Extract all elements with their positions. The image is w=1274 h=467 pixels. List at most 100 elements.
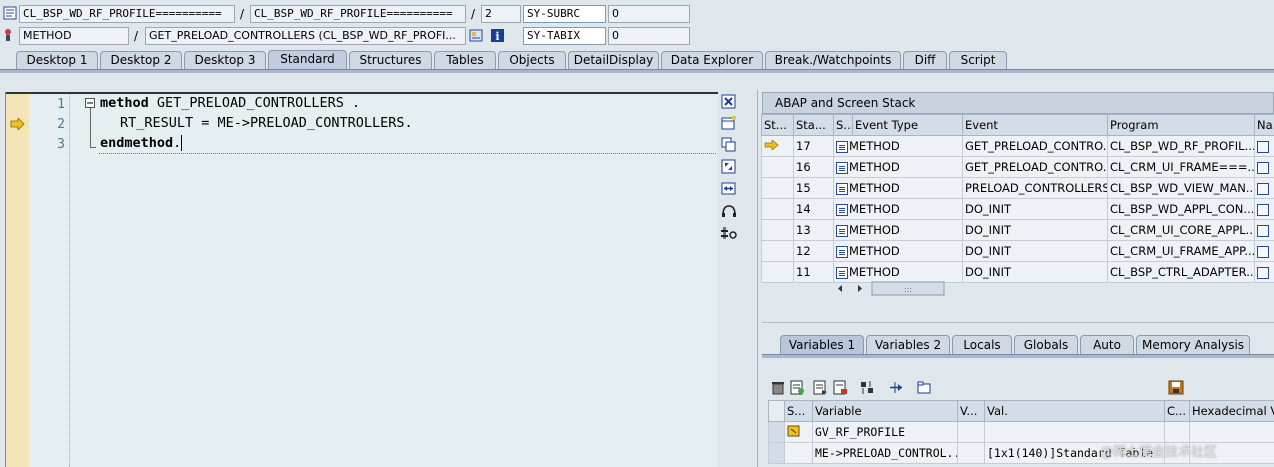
event-type: METHOD bbox=[849, 202, 900, 216]
sysfield-name-1[interactable]: SY-SUBRC bbox=[523, 5, 606, 23]
scroll-left-icon[interactable] bbox=[838, 285, 842, 292]
detail-icon[interactable] bbox=[1254, 156, 1274, 178]
insert-row-icon[interactable] bbox=[789, 380, 805, 395]
row-select-header[interactable] bbox=[768, 400, 785, 422]
tab-auto[interactable]: Auto bbox=[1080, 335, 1134, 355]
col-header[interactable]: Hexadecimal Va bbox=[1189, 400, 1274, 422]
stack-horizontal-scrollbar[interactable]: ::: bbox=[836, 281, 971, 296]
close-tool-icon[interactable] bbox=[720, 94, 738, 110]
change-value-icon[interactable] bbox=[784, 421, 813, 443]
services-tool-icon[interactable] bbox=[720, 203, 738, 219]
separator: / bbox=[134, 29, 139, 43]
sort-icon[interactable] bbox=[859, 380, 875, 395]
navigate-icon[interactable] bbox=[888, 380, 904, 395]
watermark: @稀土掘金技术社区 bbox=[1100, 445, 1218, 460]
code-line-1[interactable]: method GET_PRELOAD_CONTROLLERS . bbox=[100, 95, 360, 111]
variable-flag bbox=[957, 442, 985, 464]
table-row[interactable]: 12 METHOD DO_INIT CL_CRM_UI_FRAME_APP... bbox=[761, 240, 1274, 262]
col-header[interactable]: Variable bbox=[812, 400, 958, 422]
col-header[interactable]: S... bbox=[784, 400, 813, 422]
tab-detaildisplay[interactable]: DetailDisplay bbox=[568, 51, 659, 70]
swap-tool-icon[interactable] bbox=[720, 181, 738, 197]
col-header[interactable]: Val. bbox=[984, 400, 1165, 422]
save-icon[interactable] bbox=[1168, 380, 1184, 395]
source-editor[interactable]: 1 2 3 method GET_PRELOAD_CONTROLLERS . R… bbox=[5, 92, 718, 467]
tab-memory-analysis[interactable]: Memory Analysis bbox=[1136, 335, 1250, 355]
program-field[interactable]: CL_BSP_WD_RF_PROFILE========== bbox=[19, 5, 235, 23]
tab-locals[interactable]: Locals bbox=[952, 335, 1012, 355]
replace-tool-icon[interactable] bbox=[720, 137, 738, 153]
current-line-arrow-icon bbox=[10, 118, 25, 130]
settings-tool-icon[interactable] bbox=[720, 225, 738, 241]
row-selector[interactable] bbox=[768, 421, 785, 443]
change-value-icon[interactable] bbox=[784, 442, 813, 464]
var-tabstrip-border bbox=[762, 354, 1274, 358]
col-header[interactable]: C... bbox=[1164, 400, 1190, 422]
code-line-3[interactable]: endmethod. bbox=[100, 135, 183, 151]
current-line-highlight bbox=[99, 153, 716, 154]
new-tool-icon[interactable] bbox=[720, 115, 738, 131]
tab-data-explorer[interactable]: Data Explorer bbox=[661, 51, 763, 70]
tab-desktop-3[interactable]: Desktop 3 bbox=[184, 51, 266, 70]
variable-name[interactable]: GV_RF_PROFILE bbox=[812, 421, 958, 443]
tab-diff[interactable]: Diff bbox=[903, 51, 947, 70]
col-header[interactable]: S... bbox=[833, 114, 853, 136]
table-row[interactable]: 13 METHOD DO_INIT CL_CRM_UI_CORE_APPL... bbox=[761, 219, 1274, 241]
col-header[interactable]: Event bbox=[962, 114, 1108, 136]
detail-icon[interactable] bbox=[1254, 198, 1274, 220]
event-type: METHOD bbox=[849, 139, 900, 153]
row-selector[interactable] bbox=[768, 442, 785, 464]
tab-script[interactable]: Script bbox=[949, 51, 1007, 70]
detail-icon[interactable] bbox=[1254, 240, 1274, 262]
tab-desktop-1[interactable]: Desktop 1 bbox=[16, 51, 98, 70]
table-row[interactable]: 17 METHOD GET_PRELOAD_CONTRO... CL_BSP_W… bbox=[761, 135, 1274, 157]
tab-structures[interactable]: Structures bbox=[349, 51, 432, 70]
table-row[interactable]: 11 METHOD DO_INIT CL_BSP_CTRL_ADAPTER... bbox=[761, 261, 1274, 283]
breakpoint-column[interactable] bbox=[6, 94, 29, 467]
variable-value[interactable] bbox=[984, 421, 1165, 443]
current-row-marker bbox=[761, 156, 794, 178]
sysfield-name-2[interactable]: SY-TABIX bbox=[523, 27, 606, 45]
table-row[interactable]: 15 METHOD PRELOAD_CONTROLLERS CL_BSP_WD_… bbox=[761, 177, 1274, 199]
detail-icon[interactable] bbox=[1254, 177, 1274, 199]
tab-desktop-2[interactable]: Desktop 2 bbox=[100, 51, 182, 70]
append-row-icon[interactable] bbox=[812, 380, 828, 395]
col-header[interactable]: V... bbox=[957, 400, 985, 422]
tab-tables[interactable]: Tables bbox=[434, 51, 496, 70]
tab-variables-2[interactable]: Variables 2 bbox=[866, 335, 950, 355]
detail-icon[interactable] bbox=[1254, 261, 1274, 283]
line-number-field[interactable]: 2 bbox=[481, 5, 521, 23]
open-folder-icon[interactable] bbox=[916, 380, 932, 395]
detail-icon[interactable] bbox=[1254, 219, 1274, 241]
tab-standard[interactable]: Standard bbox=[268, 50, 347, 70]
table-row[interactable]: 14 METHOD DO_INIT CL_BSP_WD_APPL_CON... bbox=[761, 198, 1274, 220]
detail-icon[interactable] bbox=[1254, 135, 1274, 157]
stack-level: 12 bbox=[793, 240, 834, 262]
display-object-icon[interactable] bbox=[469, 28, 485, 44]
col-header[interactable]: Program bbox=[1107, 114, 1255, 136]
delete-icon[interactable] bbox=[770, 380, 786, 395]
table-row[interactable]: 16 METHOD GET_PRELOAD_CONTRO... CL_CRM_U… bbox=[761, 156, 1274, 178]
event-type-field[interactable]: METHOD bbox=[19, 27, 129, 45]
include-field[interactable]: CL_BSP_WD_RF_PROFILE========== bbox=[250, 5, 466, 23]
code-line-2[interactable]: RT_RESULT = ME->PRELOAD_CONTROLLERS. bbox=[120, 115, 413, 131]
sysfield-value-2[interactable]: 0 bbox=[608, 27, 690, 45]
variable-name[interactable]: ME->PRELOAD_CONTROL... bbox=[812, 442, 958, 464]
sysfield-value-1[interactable]: 0 bbox=[608, 5, 690, 23]
tab-breakpoints[interactable]: Break./Watchpoints bbox=[765, 51, 901, 70]
tab-variables-1[interactable]: Variables 1 bbox=[780, 335, 864, 355]
tab-objects[interactable]: Objects bbox=[498, 51, 566, 70]
event-name: DO_INIT bbox=[962, 198, 1108, 220]
col-header[interactable]: Na... bbox=[1254, 114, 1274, 136]
info-icon[interactable]: i bbox=[490, 28, 506, 44]
scroll-right-icon[interactable] bbox=[858, 285, 862, 292]
pane-divider[interactable] bbox=[762, 322, 1274, 323]
maximize-tool-icon[interactable] bbox=[720, 159, 738, 175]
tab-globals[interactable]: Globals bbox=[1014, 335, 1078, 355]
event-field[interactable]: GET_PRELOAD_CONTROLLERS (CL_BSP_WD_RF_PR… bbox=[145, 27, 466, 45]
col-header[interactable]: Sta... bbox=[793, 114, 834, 136]
col-header[interactable]: St... bbox=[761, 114, 794, 136]
delete-row-icon[interactable] bbox=[832, 380, 848, 395]
col-header[interactable]: Event Type bbox=[852, 114, 963, 136]
table-row[interactable]: GV_RF_PROFILE bbox=[768, 421, 1274, 443]
